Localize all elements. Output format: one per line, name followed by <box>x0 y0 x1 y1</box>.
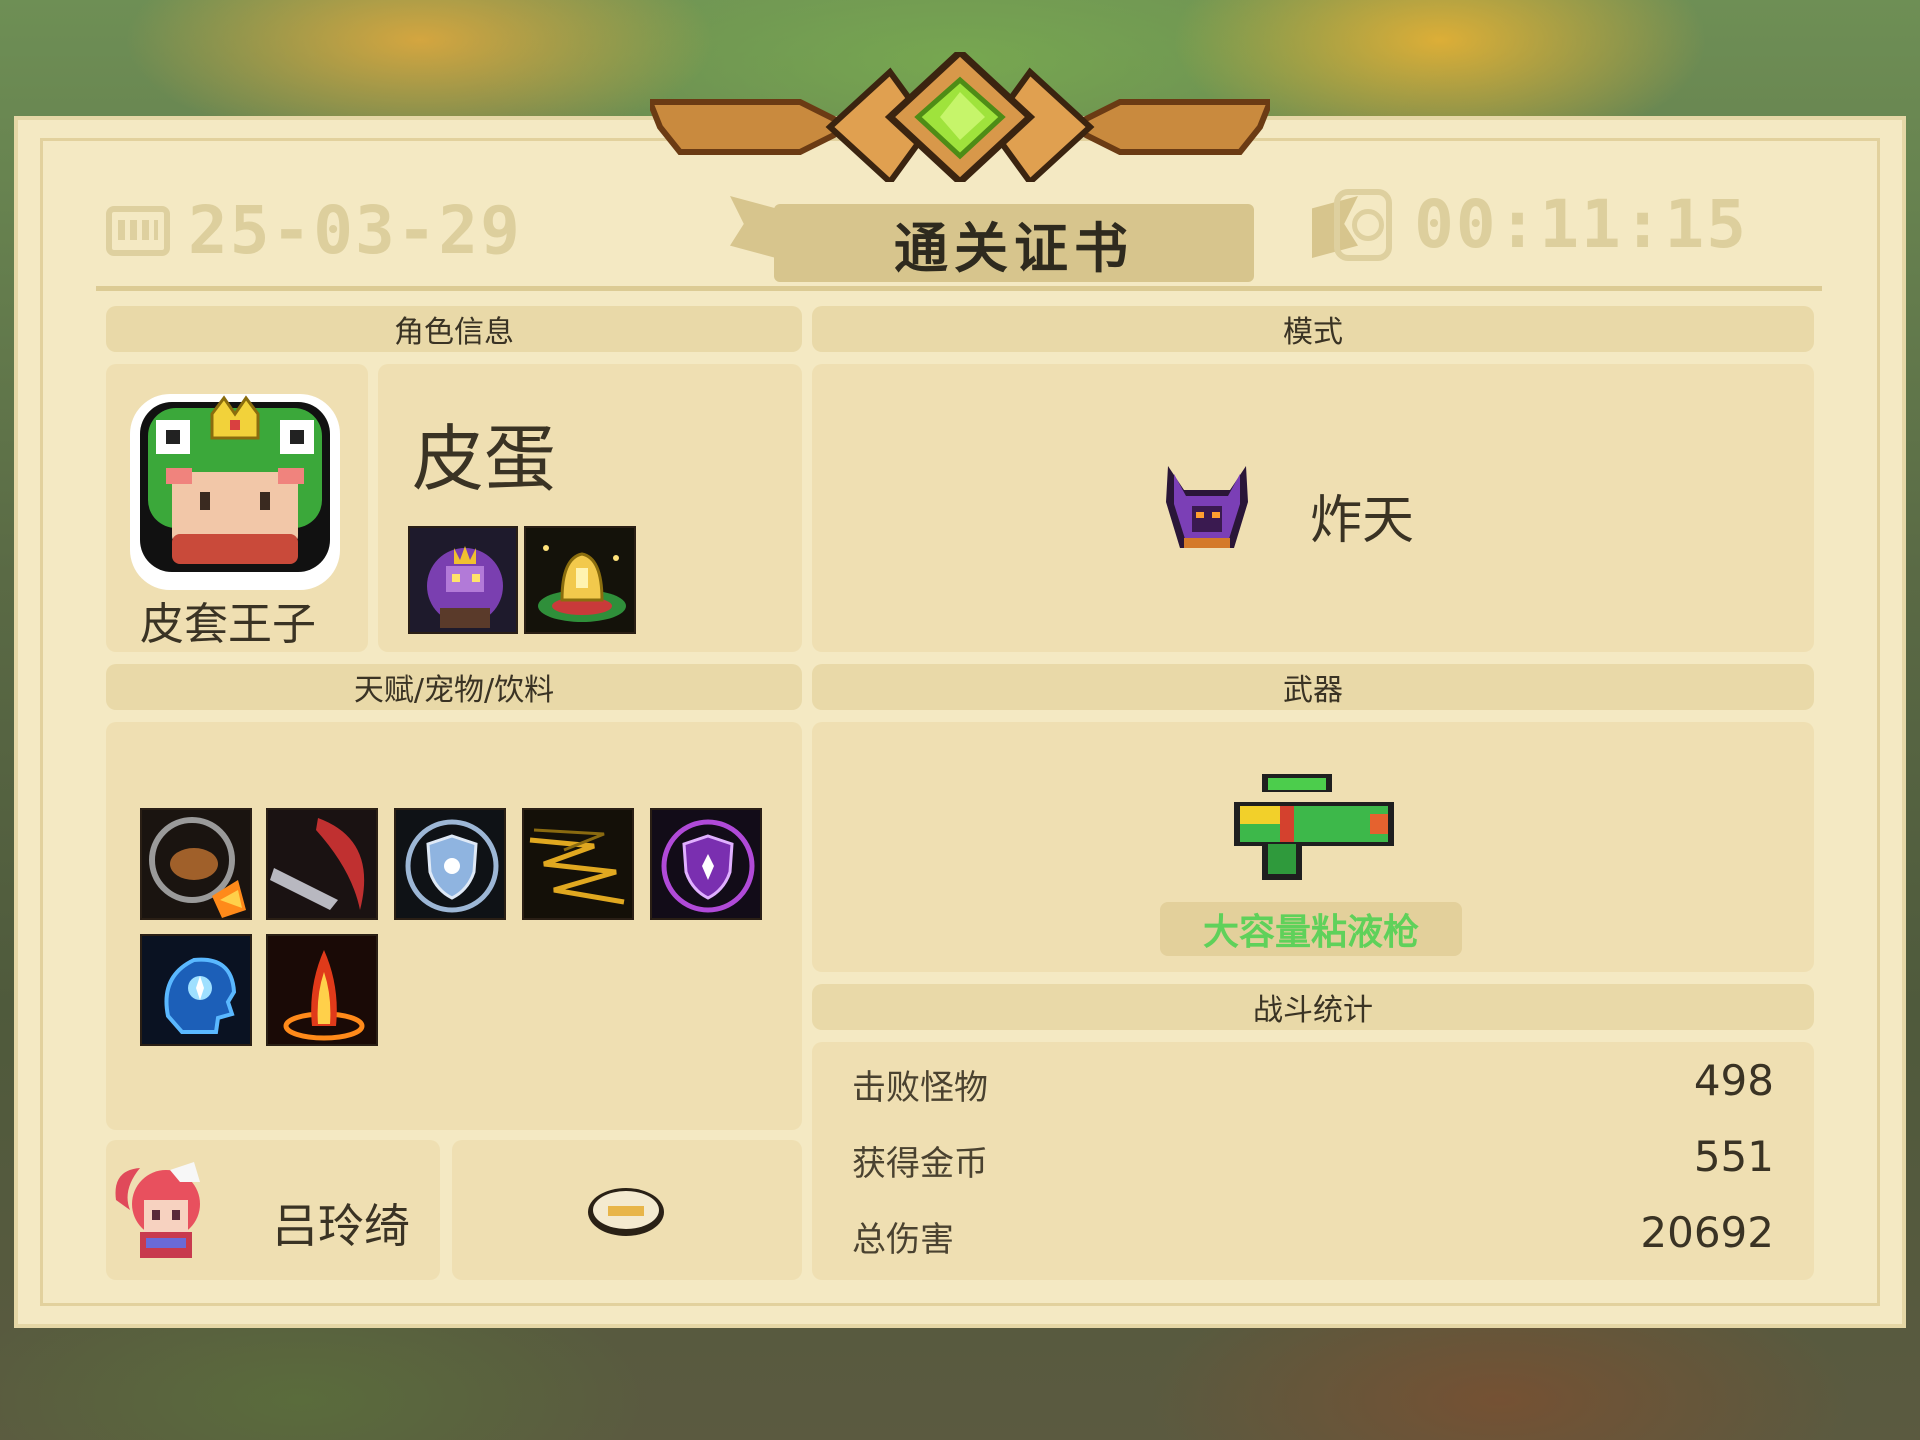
time-text: 00:11:15 <box>1414 186 1748 263</box>
character-name: 皮蛋 <box>412 417 557 501</box>
green-slime-gun-icon <box>1234 774 1394 880</box>
lightning-zigzag-talent-icon <box>522 808 634 920</box>
title-ribbon: 通关证书 <box>674 192 1358 282</box>
mode-name: 炸天 <box>1310 491 1415 551</box>
character-skin-name: 皮套王子 <box>140 599 316 650</box>
weapon-name: 大容量粘液枪 <box>1160 902 1462 956</box>
stat-value-kills: 498 <box>1693 1056 1774 1105</box>
gem-crest-icon <box>650 52 1270 182</box>
blue-mind-talent-icon <box>140 934 252 1046</box>
ribbon-left-end <box>730 196 776 258</box>
talents-panel <box>106 722 802 1130</box>
stat-label-kills: 击败怪物 <box>852 1068 988 1108</box>
hamster-wheel-talent-icon <box>140 808 252 920</box>
time-display: 00:11:15 <box>1334 186 1748 263</box>
purple-horned-helmet-icon <box>1166 466 1248 548</box>
purple-demon-skill-icon <box>408 526 518 634</box>
curved-blade-talent-icon <box>266 808 378 920</box>
section-header-talents: 天赋/宠物/饮料 <box>106 664 802 710</box>
header-divider <box>96 286 1822 291</box>
section-header-character: 角色信息 <box>106 306 802 352</box>
calendar-icon <box>106 205 170 256</box>
stat-label-gold: 获得金币 <box>852 1144 988 1184</box>
frog-hood-prince-icon <box>130 394 340 590</box>
purple-shield-talent-icon <box>650 808 762 920</box>
certificate-header: 25-03-29 通关证书 00:11:15 <box>100 170 1820 282</box>
date-display: 25-03-29 <box>106 192 522 269</box>
fire-pillar-talent-icon <box>266 934 378 1046</box>
stat-label-damage: 总伤害 <box>852 1220 954 1260</box>
clock-icon <box>1334 188 1393 261</box>
drink-dish-icon <box>588 1188 664 1236</box>
red-haired-girl-pet-icon <box>115 1162 200 1258</box>
page-title: 通关证书 <box>774 204 1254 282</box>
frost-shield-talent-icon <box>394 808 506 920</box>
stat-value-gold: 551 <box>1693 1132 1774 1181</box>
pet-name: 吕玲绮 <box>272 1199 410 1253</box>
golden-bell-skill-icon <box>524 526 636 634</box>
section-header-weapon: 武器 <box>812 664 1814 710</box>
stat-value-damage: 20692 <box>1640 1208 1774 1257</box>
section-header-stats: 战斗统计 <box>812 984 1814 1030</box>
section-header-mode: 模式 <box>812 306 1814 352</box>
date-text: 25-03-29 <box>188 192 522 269</box>
